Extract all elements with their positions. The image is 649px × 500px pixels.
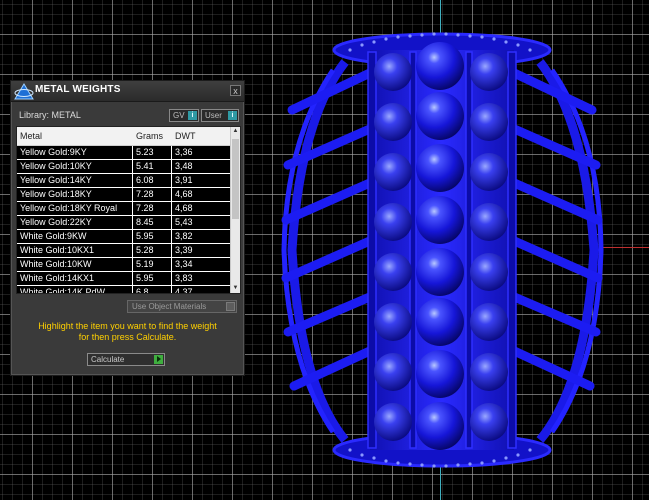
cell-dwt: 3,36 [175,147,193,157]
cell-dwt: 3,48 [175,161,193,171]
cell-grams: 7.28 [136,189,154,199]
table-row[interactable]: Yellow Gold:9KY 5.23 3,36 [17,146,230,160]
cell-grams: 6.8 [136,287,149,294]
cell-dwt: 3,91 [175,175,193,185]
cell-grams: 5.95 [136,231,154,241]
metal-weights-panel: METAL WEIGHTS x Library: METAL GV i User… [10,80,245,376]
instruction-text: Highlight the item you want to find the … [17,321,238,343]
table-row[interactable]: Yellow Gold:18KY Royal 7.28 4,68 [17,202,230,216]
cell-grams: 6.08 [136,175,154,185]
panel-title: METAL WEIGHTS [35,84,121,95]
table-row[interactable]: Yellow Gold:22KY 8.45 5,43 [17,216,230,230]
use-object-materials-checkbox[interactable]: Use Object Materials [127,300,237,313]
cell-grams: 5.41 [136,161,154,171]
calculate-button[interactable]: Calculate [87,353,165,366]
cell-grams: 5.23 [136,147,154,157]
scroll-thumb[interactable] [232,139,239,219]
instruction-line: Highlight the item you want to find the … [38,321,217,331]
column-header-grams[interactable]: Grams [136,131,163,141]
cell-metal: Yellow Gold:18KY Royal [20,203,118,213]
cell-grams: 8.45 [136,217,154,227]
table-row[interactable]: Yellow Gold:10KY 5.41 3,48 [17,160,230,174]
cell-dwt: 3,39 [175,245,193,255]
table-row[interactable]: White Gold:14K PdW 6.8 4,37 [17,286,230,294]
table-row[interactable]: White Gold:10KW 5.19 3,34 [17,258,230,272]
checkbox-icon[interactable] [226,302,235,311]
instruction-line: for then press Calculate. [78,332,177,342]
cell-metal: Yellow Gold:18KY [20,189,92,199]
gv-library-button[interactable]: GV i [169,109,199,122]
cell-grams: 7.28 [136,203,154,213]
cell-metal: Yellow Gold:22KY [20,217,92,227]
table-row[interactable]: Yellow Gold:14KY 6.08 3,91 [17,174,230,188]
library-label: Library: METAL [19,110,81,120]
table-row[interactable]: Yellow Gold:18KY 7.28 4,68 [17,188,230,202]
close-icon[interactable]: x [230,85,241,96]
info-icon: i [188,111,197,120]
cell-dwt: 3,82 [175,231,193,241]
user-label: User [205,111,222,120]
cell-dwt: 4,68 [175,189,193,199]
table-row[interactable]: White Gold:10KX1 5.28 3,39 [17,244,230,258]
table-row[interactable]: White Gold:14KX1 5.95 3,83 [17,272,230,286]
cell-dwt: 3,83 [175,273,193,283]
cell-metal: Yellow Gold:14KY [20,175,92,185]
table-row[interactable]: White Gold:9KW 5.95 3,82 [17,230,230,244]
cell-metal: White Gold:10KW [20,259,92,269]
cell-metal: White Gold:14K PdW [20,287,106,294]
cell-metal: Yellow Gold:9KY [20,147,87,157]
cell-dwt: 3,34 [175,259,193,269]
info-icon: i [228,111,237,120]
cell-grams: 5.28 [136,245,154,255]
gv-label: GV [173,111,185,120]
column-header-metal[interactable]: Metal [20,131,42,141]
table-body: Yellow Gold:9KY 5.23 3,36 Yellow Gold:10KY 5… [17,146,230,294]
scroll-up-icon[interactable]: ▲ [231,127,240,136]
calculate-label: Calculate [91,355,125,364]
panel-titlebar[interactable]: METAL WEIGHTS x [11,81,244,102]
cell-grams: 5.19 [136,259,154,269]
cell-metal: White Gold:10KX1 [20,245,95,255]
user-library-button[interactable]: User i [201,109,239,122]
cell-grams: 5.95 [136,273,154,283]
cell-metal: White Gold:9KW [20,231,87,241]
play-arrow-icon[interactable] [154,355,163,364]
cell-metal: White Gold:14KX1 [20,273,95,283]
cell-dwt: 4,68 [175,203,193,213]
table-header: Metal Grams DWT [17,127,230,146]
cell-dwt: 4,37 [175,287,193,294]
scroll-down-icon[interactable]: ▼ [231,284,240,293]
matrix-logo-icon [14,83,34,100]
column-divider [132,146,133,293]
cell-dwt: 5,43 [175,217,193,227]
column-header-dwt[interactable]: DWT [175,131,196,141]
metal-table[interactable]: Metal Grams DWT Yellow Gold:9KY 5.23 3,36 Y… [16,126,241,294]
cell-metal: Yellow Gold:10KY [20,161,92,171]
table-scrollbar[interactable]: ▲ ▼ [230,127,240,293]
use-object-materials-label: Use Object Materials [132,302,207,311]
column-divider [171,146,172,293]
